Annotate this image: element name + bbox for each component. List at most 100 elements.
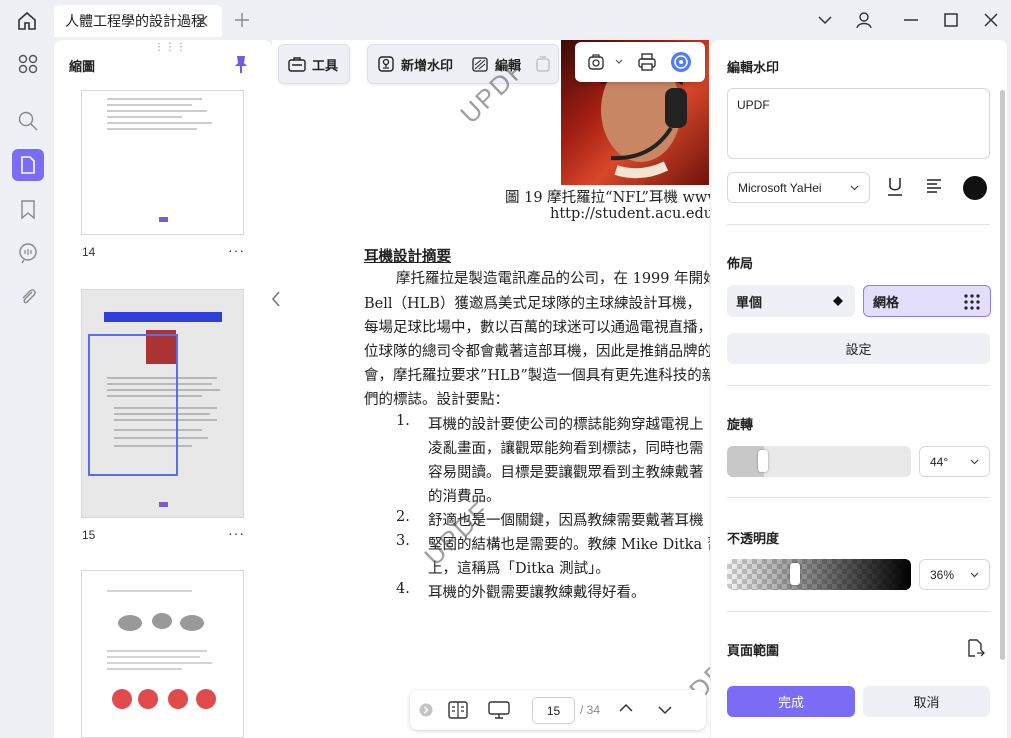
done-label: 完成 — [777, 695, 804, 710]
section-heading: 耳機設計摘要 — [364, 248, 451, 265]
page-thumbnail-15[interactable] — [81, 289, 244, 518]
presentation-icon[interactable] — [488, 701, 510, 719]
settings-label: 設定 — [845, 342, 872, 357]
rotation-value: 44° — [930, 454, 949, 469]
edit-pattern-icon — [472, 57, 488, 72]
tools-button[interactable]: 工具 — [279, 55, 347, 74]
align-icon[interactable] — [925, 178, 943, 194]
figure-caption-line-1: 圖 19 摩托羅拉“NFL”耳機 www — [505, 190, 710, 206]
grid-label: 網格 — [873, 294, 900, 310]
page-thumbnail-14[interactable] — [81, 90, 244, 235]
underline-icon[interactable] — [886, 176, 904, 198]
panel-title: 編輯水印 — [727, 60, 780, 75]
list-line: 上，這稱爲「Ditka 測試」。 — [428, 561, 610, 577]
page-preview — [107, 98, 212, 222]
minimize-icon[interactable] — [902, 11, 920, 29]
chevron-down-icon — [970, 572, 979, 578]
page-range-label: 頁面範圍 — [727, 643, 780, 658]
close-window-icon[interactable] — [982, 11, 1000, 29]
opacity-select[interactable]: 36% — [919, 559, 990, 590]
current-page: 15 — [546, 703, 561, 718]
document-tab[interactable]: 人體工程學的設計過程 — [54, 5, 222, 37]
collapse-panel-icon[interactable] — [271, 290, 281, 308]
chevron-down-icon[interactable] — [658, 705, 672, 715]
pin-icon[interactable] — [232, 54, 250, 74]
settings-button[interactable]: 設定 — [727, 333, 990, 364]
cancel-button[interactable]: 取消 — [863, 686, 990, 717]
reading-mode-icon[interactable] — [448, 701, 468, 719]
done-button[interactable]: 完成 — [727, 686, 855, 717]
chevron-down-icon[interactable] — [816, 11, 834, 29]
search-icon[interactable] — [17, 110, 39, 132]
left-rail — [5, 40, 51, 738]
list-number: 2. — [396, 509, 410, 525]
add-watermark-label: 新增水印 — [401, 57, 454, 73]
delete-watermark-icon[interactable] — [534, 55, 552, 73]
document-view[interactable]: 工具 新增水印 編輯 圖 19 摩托羅拉“NFL”耳機 www http://s… — [272, 40, 710, 738]
font-name: Microsoft YaHei — [738, 180, 822, 195]
page-number-15: 15 — [82, 528, 96, 542]
shape-icon[interactable] — [587, 53, 605, 71]
list-line: 耳機的設計要使公司的標誌能夠穿越電視上 — [428, 417, 704, 433]
watermark-text-value: UPDF — [737, 98, 770, 112]
list-number: 3. — [396, 533, 410, 549]
rotation-slider-handle[interactable] — [758, 450, 768, 472]
chevron-down-icon — [970, 459, 979, 465]
watermark-toolbar: 新增水印 編輯 — [367, 44, 559, 84]
cancel-label: 取消 — [913, 695, 940, 710]
color-picker[interactable] — [963, 176, 987, 200]
thumbnails-button[interactable] — [12, 149, 44, 181]
new-tab-icon[interactable] — [233, 11, 251, 29]
paragraph-line: 們的標誌。設計要點： — [364, 392, 509, 408]
expand-icon[interactable] — [419, 703, 433, 717]
tools-group: 工具 — [278, 44, 350, 84]
rotation-slider[interactable] — [727, 446, 911, 477]
grid-layout-option[interactable]: 網格 — [863, 285, 991, 317]
paragraph-line: 每場足球比場中，數以百萬的球迷可以通過電視直播， — [364, 320, 710, 336]
font-select[interactable]: Microsoft YaHei — [727, 172, 870, 203]
single-diamond-icon — [833, 296, 843, 306]
drag-handle[interactable]: ⋮⋮⋮ — [154, 42, 187, 53]
divider — [727, 385, 990, 386]
edit-watermark-panel: 編輯水印 UPDF Microsoft YaHei 佈局 單個 網格 設定 旋轉… — [711, 40, 1007, 738]
panel-scrollbar[interactable] — [1000, 90, 1005, 660]
maximize-icon[interactable] — [942, 11, 960, 29]
page-thumbnail-16[interactable] — [81, 570, 244, 738]
rotation-select[interactable]: 44° — [919, 446, 990, 477]
ai-assistant-icon[interactable] — [670, 51, 692, 73]
chevron-down-icon[interactable] — [615, 59, 623, 65]
rotation-label: 旋轉 — [727, 417, 754, 432]
single-layout-option[interactable]: 單個 — [727, 285, 855, 317]
divider — [727, 224, 990, 225]
page-number-input[interactable]: 15 — [532, 697, 575, 724]
home-icon[interactable] — [16, 10, 38, 32]
add-watermark-button[interactable]: 新增水印 — [368, 55, 462, 74]
user-icon[interactable] — [855, 11, 873, 29]
page-14-more-button[interactable]: ··· — [228, 242, 245, 258]
close-tab-icon[interactable] — [194, 13, 210, 29]
thumbnails-title: 縮圖 — [69, 59, 96, 74]
apps-icon[interactable] — [17, 53, 39, 75]
single-label: 單個 — [736, 294, 763, 310]
watermark-text-input[interactable]: UPDF — [727, 88, 990, 159]
page-range-icon[interactable] — [965, 638, 985, 658]
view-toolbar — [575, 42, 705, 82]
title-bar: 人體工程學的設計過程 — [0, 0, 1011, 40]
opacity-slider[interactable] — [727, 559, 911, 590]
total-pages: / 34 — [580, 703, 601, 717]
page-icon — [21, 156, 35, 174]
paragraph-line: 位球隊的總司令都會戴著這部耳機，因此是推銷品牌的 — [364, 344, 710, 360]
print-icon[interactable] — [637, 52, 657, 72]
list-line: 凌亂畫面，讓觀眾能夠看到標誌，同時也需 — [428, 441, 704, 457]
page-15-more-button[interactable]: ··· — [228, 525, 245, 541]
stamp-icon — [378, 56, 394, 72]
opacity-slider-handle[interactable] — [790, 563, 800, 585]
layout-label: 佈局 — [727, 256, 754, 271]
bookmark-icon[interactable] — [17, 198, 39, 220]
list-number: 1. — [396, 413, 410, 429]
paragraph-line: 摩托羅拉是製造電訊產品的公司，在 1999 年開始 — [396, 271, 710, 287]
chevron-up-icon[interactable] — [619, 703, 633, 713]
thumbnails-panel: ⋮⋮⋮ 縮圖 14 ··· 15 ··· — [54, 40, 272, 738]
comment-icon[interactable] — [17, 242, 39, 264]
attachment-icon[interactable] — [17, 286, 39, 308]
